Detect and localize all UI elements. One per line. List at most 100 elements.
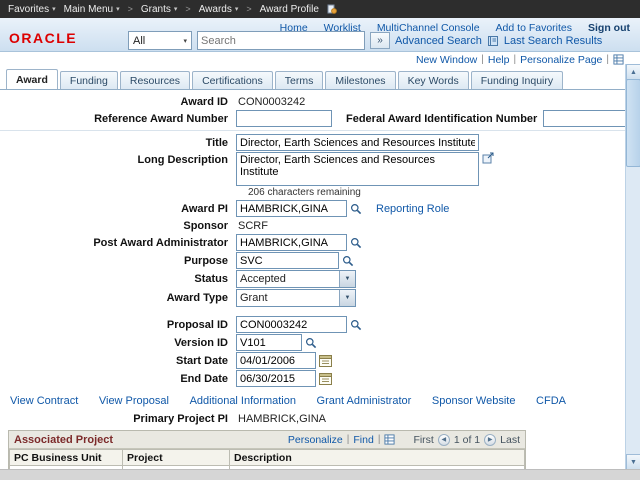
caret-down-icon: ▾ — [183, 37, 187, 45]
title-label: Title — [205, 136, 228, 149]
pagination-first-label: First — [413, 433, 434, 446]
reporting-role-link[interactable]: Reporting Role — [376, 203, 449, 215]
version-id-lookup-icon[interactable] — [305, 337, 317, 349]
personalize-link[interactable]: Personalize — [288, 434, 343, 446]
tab-terms[interactable]: Terms — [274, 71, 324, 89]
purpose-input[interactable] — [236, 252, 339, 269]
status-strip — [0, 469, 640, 480]
tab-key-words[interactable]: Key Words — [397, 71, 469, 89]
view-proposal-link[interactable]: View Proposal — [99, 395, 169, 407]
tab-milestones[interactable]: Milestones — [325, 71, 396, 89]
federal-award-id-label: Federal Award Identification Number — [346, 112, 538, 125]
additional-information-link[interactable]: Additional Information — [190, 395, 296, 407]
start-date-calendar-icon[interactable] — [319, 354, 332, 367]
breadcrumb-page-icon — [327, 4, 337, 14]
separator: | — [513, 54, 517, 65]
expand-icon[interactable] — [482, 152, 494, 164]
end-date-label: End Date — [180, 372, 228, 385]
award-pi-label: Award PI — [181, 202, 228, 215]
tab-funding-inquiry[interactable]: Funding Inquiry — [470, 71, 564, 89]
table-header-row: PC Business Unit Project Description — [9, 449, 525, 466]
award-type-label: Award Type — [166, 292, 228, 304]
version-id-label: Version ID — [174, 336, 228, 349]
personalize-page-link[interactable]: Personalize Page — [520, 54, 602, 66]
breadcrumb: Favorites ▾ Main Menu ▾ > Grants ▾ > Awa… — [0, 0, 640, 18]
breadcrumb-label: Favorites — [8, 3, 50, 15]
breadcrumb-award-profile[interactable]: Award Profile — [260, 4, 319, 15]
pagination-prev-button[interactable]: ◀ — [437, 433, 450, 446]
column-project: Project — [122, 449, 230, 466]
start-date-input[interactable] — [236, 352, 316, 369]
download-grid-icon[interactable] — [384, 434, 395, 445]
breadcrumb-awards[interactable]: Awards ▾ — [199, 4, 239, 15]
sponsor-website-link[interactable]: Sponsor Website — [432, 395, 516, 407]
scroll-down-button[interactable]: ▼ — [626, 454, 640, 470]
proposal-id-label: Proposal ID — [166, 318, 228, 331]
cfda-link[interactable]: CFDA — [536, 395, 566, 407]
end-date-input[interactable] — [236, 370, 316, 387]
pagination-next-button[interactable]: ▶ — [484, 433, 497, 446]
scroll-up-button[interactable]: ▲ — [626, 64, 640, 80]
proposal-id-input[interactable] — [236, 316, 347, 333]
find-link[interactable]: Find — [353, 434, 373, 446]
caret-down-icon: ▾ — [52, 6, 56, 13]
long-description-label: Long Description — [137, 154, 228, 166]
breadcrumb-separator: > — [185, 4, 191, 14]
sponsor-value: SCRF — [238, 219, 268, 232]
tab-award[interactable]: Award — [6, 69, 58, 89]
caret-down-icon: ▾ — [234, 6, 239, 13]
view-contract-link[interactable]: View Contract — [10, 395, 78, 407]
page-url-icon[interactable] — [613, 54, 624, 65]
vertical-scrollbar[interactable]: ▲ ▼ — [625, 64, 640, 470]
long-description-textarea[interactable]: Director, Earth Sciences and Resources I… — [236, 152, 479, 186]
post-award-administrator-input[interactable] — [236, 234, 347, 251]
version-id-input[interactable] — [236, 334, 302, 351]
status-select[interactable]: Accepted ▼ — [236, 270, 356, 288]
last-search-results-link[interactable]: Last Search Results — [504, 35, 602, 47]
header-banner: ORACLE Home Worklist MultiChannel Consol… — [0, 18, 640, 52]
end-date-calendar-icon[interactable] — [319, 372, 332, 385]
breadcrumb-separator: > — [127, 4, 133, 14]
breadcrumb-grants[interactable]: Grants ▾ — [141, 4, 178, 15]
tab-resources[interactable]: Resources — [119, 71, 191, 89]
tab-certifications[interactable]: Certifications — [192, 71, 273, 89]
status-value: Accepted — [240, 273, 286, 285]
breadcrumb-favorites[interactable]: Favorites ▾ — [8, 4, 56, 15]
breadcrumb-separator: > — [246, 4, 252, 14]
separator: | — [606, 54, 609, 65]
award-profile-screen: Favorites ▾ Main Menu ▾ > Grants ▾ > Awa… — [0, 0, 640, 480]
pagination-last-label: Last — [500, 433, 520, 446]
grant-administrator-link[interactable]: Grant Administrator — [317, 395, 412, 407]
new-window-link[interactable]: New Window — [416, 54, 477, 66]
column-pc-business-unit: PC Business Unit — [9, 449, 123, 466]
reference-award-number-input[interactable] — [236, 110, 332, 127]
tab-funding[interactable]: Funding — [59, 71, 118, 89]
primary-project-pi-label: Primary Project PI — [133, 412, 228, 425]
divider — [0, 130, 627, 131]
last-search-results-icon — [487, 35, 499, 47]
award-form: Award ID CON0003242 Reference Award Numb… — [0, 90, 640, 426]
search-go-button[interactable]: » — [370, 32, 390, 49]
award-id-label: Award ID — [180, 95, 228, 108]
scrollbar-thumb[interactable] — [626, 79, 640, 167]
title-input[interactable] — [236, 134, 479, 151]
award-pi-input[interactable] — [236, 200, 347, 217]
breadcrumb-main-menu[interactable]: Main Menu ▾ — [64, 4, 120, 15]
post-award-administrator-lookup-icon[interactable] — [350, 237, 362, 249]
award-pi-lookup-icon[interactable] — [350, 203, 362, 215]
proposal-id-lookup-icon[interactable] — [350, 319, 362, 331]
associated-project-title: Associated Project — [14, 433, 114, 446]
tab-bar: Award Funding Resources Certifications T… — [0, 69, 627, 90]
award-type-value: Grant — [240, 292, 268, 304]
search-scope-select[interactable]: All ▾ — [128, 31, 192, 50]
award-id-value: CON0003242 — [238, 95, 306, 108]
status-label: Status — [194, 273, 228, 285]
action-links: View Contract View Proposal Additional I… — [0, 388, 566, 410]
post-award-administrator-label: Post Award Administrator — [93, 236, 228, 249]
search-scope-value: All — [133, 34, 146, 47]
help-link[interactable]: Help — [488, 54, 510, 66]
advanced-search-link[interactable]: Advanced Search — [395, 35, 482, 47]
search-input[interactable] — [197, 31, 365, 50]
purpose-lookup-icon[interactable] — [342, 255, 354, 267]
award-type-select[interactable]: Grant ▼ — [236, 289, 356, 307]
